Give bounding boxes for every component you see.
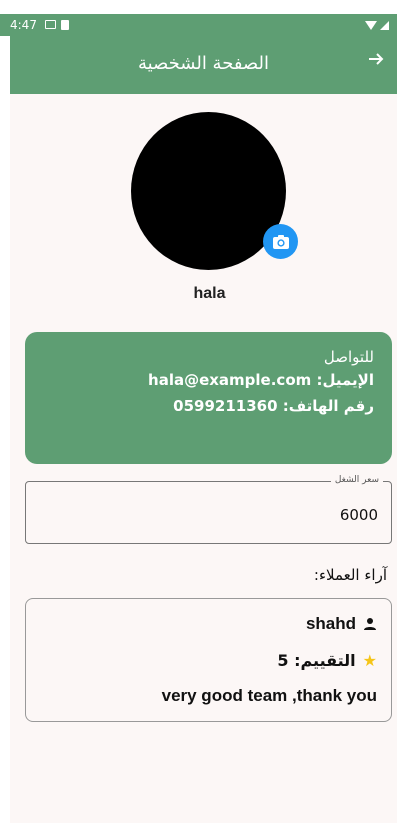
username: hala — [193, 285, 226, 302]
person-icon — [364, 618, 376, 630]
notification-icons — [44, 20, 69, 30]
status-right-icons — [365, 20, 389, 30]
contact-heading: للتواصل — [323, 348, 374, 366]
wifi-icon — [365, 20, 377, 30]
review-author-name: shahd — [305, 614, 356, 633]
change-photo-button[interactable] — [263, 224, 298, 259]
star-icon: ★ — [362, 650, 377, 670]
signal-icon — [380, 20, 389, 30]
page-title: الصفحة الشخصية — [137, 53, 270, 74]
back-button[interactable] — [367, 50, 385, 73]
status-time: 4:47 — [10, 18, 37, 32]
arrow-right-icon — [369, 53, 384, 65]
review-rating: التقييم: 5 — [277, 650, 356, 670]
review-rating-row: ★ التقييم: 5 — [26, 649, 377, 671]
contact-card: للتواصل الإيميل: hala@example.com رقم ال… — [25, 332, 392, 464]
contact-phone: رقم الهاتف: 0599211360 — [173, 397, 374, 415]
status-bar: 4:47 — [0, 14, 397, 36]
camera-icon — [272, 234, 289, 249]
price-field[interactable]: سعر الشغل 6000 — [25, 475, 392, 544]
price-value: 6000 — [339, 506, 378, 524]
review-card: shahd ★ التقييم: 5 very good team ,thank… — [25, 598, 392, 722]
review-comment-row: very good team ,thank you — [26, 685, 377, 707]
review-author-row: shahd — [26, 613, 377, 635]
gmail-icon — [44, 20, 56, 29]
app-bar: الصفحة الشخصية — [10, 36, 397, 94]
review-comment: very good team ,thank you — [161, 686, 377, 705]
sd-card-icon — [60, 20, 69, 30]
reviews-title: آراء العملاء: — [313, 566, 387, 584]
price-field-label: سعر الشغل — [330, 475, 383, 485]
contact-email: الإيميل: hala@example.com — [148, 371, 374, 389]
